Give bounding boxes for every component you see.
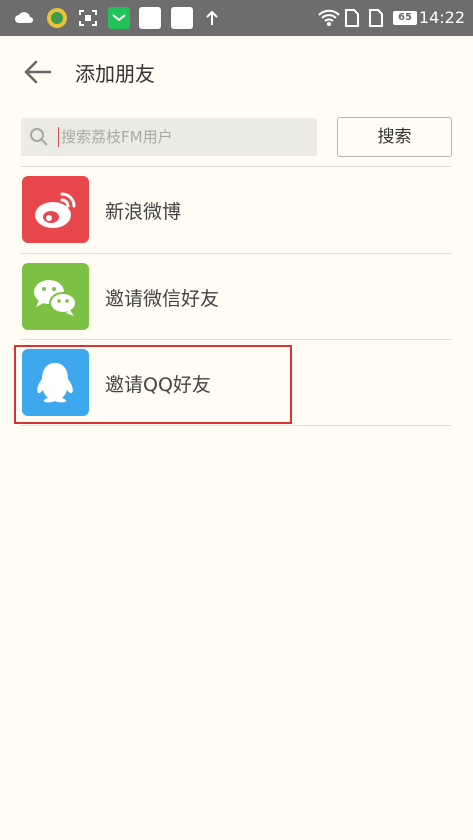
status-bar: 65 14:22 [0,0,473,36]
text-cursor [58,127,59,147]
sim-icon [369,9,383,27]
blank-icon [171,7,193,29]
list-item-label: 新浪微博 [105,201,182,223]
list-item-wechat[interactable]: 邀请微信好友 [0,254,473,340]
divider [20,425,452,426]
message-icon [108,7,130,29]
blank-icon [139,7,161,29]
search-icon [30,128,48,146]
clock: 14:22 [418,8,465,27]
page-title: 添加朋友 [75,62,155,86]
list-item-weibo[interactable]: 新浪微博 [0,167,473,253]
back-arrow-icon[interactable] [22,56,54,88]
app-icon [47,8,67,28]
upload-icon [206,10,218,25]
screenshot-icon [79,10,97,26]
search-button[interactable]: 搜索 [337,117,452,157]
wifi-icon [318,9,340,26]
search-field[interactable] [21,118,317,156]
weibo-icon [22,176,89,243]
wechat-icon [22,263,89,330]
highlight-box [14,345,292,424]
search-input[interactable] [61,118,311,156]
cloud-icon [15,12,33,23]
battery-icon: 65 [393,11,417,25]
list-item-label: 邀请微信好友 [105,288,220,310]
sim-icon [345,9,359,27]
